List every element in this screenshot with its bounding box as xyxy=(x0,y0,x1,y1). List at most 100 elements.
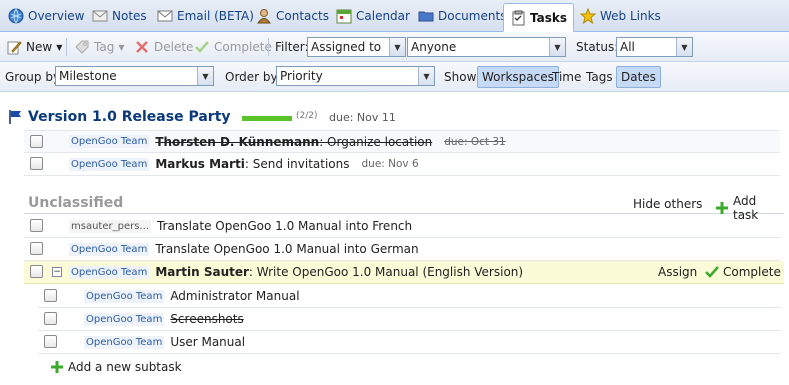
task-assignee[interactable]: Markus Marti xyxy=(155,157,245,171)
subtask-checkbox[interactable] xyxy=(44,312,57,325)
task-row[interactable]: msauter_pers... Translate OpenGoo 1.0 Ma… xyxy=(24,215,780,238)
complete-task-button[interactable]: Complete xyxy=(704,264,781,280)
task-title[interactable]: Translate OpenGoo 1.0 Manual into German xyxy=(155,242,418,256)
show-dates-toggle[interactable]: Dates xyxy=(616,66,661,88)
milestone-title[interactable]: Version 1.0 Release Party xyxy=(28,109,231,125)
task-checkbox[interactable] xyxy=(30,219,43,232)
task-title[interactable]: : Write OpenGoo 1.0 Manual (English Vers… xyxy=(249,265,523,279)
subtask-row[interactable]: OpenGoo Team Screenshots xyxy=(38,308,780,331)
tag-button[interactable]: Tag ▼ xyxy=(74,32,124,62)
milestone-due-date: due: Nov 11 xyxy=(329,111,396,124)
assign-link[interactable]: Assign xyxy=(658,265,697,279)
plus-icon xyxy=(714,200,730,216)
task-checkbox[interactable] xyxy=(30,242,43,255)
show-label-text: Show: xyxy=(444,70,480,84)
tab-web-links[interactable]: Web Links xyxy=(574,5,667,27)
task-title[interactable]: Translate OpenGoo 1.0 Manual into French xyxy=(157,219,412,233)
tasks-icon xyxy=(510,10,526,26)
contacts-icon xyxy=(256,8,272,24)
workspace-tag[interactable]: OpenGoo Team xyxy=(84,289,165,303)
tab-documents[interactable]: Documents xyxy=(412,5,512,27)
toggle-label: Workspaces xyxy=(482,70,554,84)
plus-icon xyxy=(49,359,65,375)
status-select[interactable]: All ▼ xyxy=(616,37,693,57)
task-content: OpenGoo Team Translate OpenGoo 1.0 Manua… xyxy=(69,242,419,256)
task-checkbox[interactable] xyxy=(30,157,43,170)
chevron-down-icon: ▼ xyxy=(118,42,125,52)
workspace-tag[interactable]: OpenGoo Team xyxy=(84,335,165,349)
workspace-tag[interactable]: OpenGoo Team xyxy=(69,242,150,256)
task-row[interactable]: OpenGoo Team Thorsten D. Künnemann : Org… xyxy=(24,130,780,153)
assignee-select[interactable]: Anyone ▼ xyxy=(407,37,566,57)
groupby-value: Milestone xyxy=(59,69,117,83)
chevron-down-icon: ▼ xyxy=(418,67,434,85)
milestone-progress-fill xyxy=(242,116,292,121)
hide-others-link[interactable]: Hide others xyxy=(633,197,702,211)
checkmark-icon xyxy=(194,39,210,55)
collapse-toggle[interactable]: − xyxy=(52,267,62,277)
task-row[interactable]: OpenGoo Team Translate OpenGoo 1.0 Manua… xyxy=(24,238,780,261)
task-row-expanded[interactable]: − OpenGoo Team Martin Sauter : Write Ope… xyxy=(24,261,784,284)
subtask-row[interactable]: OpenGoo Team User Manual xyxy=(38,331,780,354)
show-time-toggle[interactable]: Time xyxy=(548,66,585,88)
toggle-label: Dates xyxy=(621,70,656,84)
subtask-title[interactable]: Administrator Manual xyxy=(170,289,299,303)
tab-email[interactable]: Email (BETA) xyxy=(151,5,260,27)
show-label: Show: xyxy=(444,62,480,92)
task-assignee[interactable]: Martin Sauter xyxy=(155,265,249,279)
new-button[interactable]: New ▼ xyxy=(6,32,62,62)
tab-overview[interactable]: Overview xyxy=(2,5,91,27)
groupby-select[interactable]: Milestone ▼ xyxy=(55,66,214,86)
add-subtask-button[interactable]: Add a new subtask xyxy=(49,359,182,375)
star-icon xyxy=(579,7,597,25)
workspace-tag[interactable]: OpenGoo Team xyxy=(69,135,150,148)
show-workspaces-toggle[interactable]: Workspaces xyxy=(477,66,559,88)
tab-contacts[interactable]: Contacts xyxy=(250,5,335,27)
tab-tasks[interactable]: Tasks xyxy=(503,3,575,32)
workspace-tag[interactable]: OpenGoo Team xyxy=(69,265,150,279)
delete-icon xyxy=(134,39,150,55)
task-row[interactable]: OpenGoo Team Markus Marti : Send invitat… xyxy=(24,153,780,176)
note-icon xyxy=(92,8,108,24)
email-icon xyxy=(157,8,173,24)
documents-icon xyxy=(418,8,434,24)
subtask-row[interactable]: OpenGoo Team Administrator Manual xyxy=(38,285,780,308)
task-title[interactable]: : Send invitations xyxy=(245,157,350,171)
show-tags-toggle[interactable]: Tags xyxy=(582,66,617,88)
status-label: Status: xyxy=(576,32,618,62)
subtask-content: OpenGoo Team Administrator Manual xyxy=(84,289,300,303)
workspace-tag[interactable]: OpenGoo Team xyxy=(69,157,150,171)
subtask-title[interactable]: User Manual xyxy=(170,335,245,349)
task-checkbox[interactable] xyxy=(30,135,43,148)
task-title[interactable]: : Organize location xyxy=(319,135,432,149)
filter-label-text: Filter: xyxy=(275,40,309,54)
tab-label: Notes xyxy=(112,9,147,23)
tab-notes[interactable]: Notes xyxy=(86,5,153,27)
tab-label: Documents xyxy=(438,9,507,23)
tab-calendar[interactable]: Calendar xyxy=(330,5,416,27)
milestone-progress-text: (2/2) xyxy=(296,111,318,121)
module-tab-bar: Overview Notes Email (BETA) Contacts Cal… xyxy=(0,0,789,32)
workspace-tag[interactable]: OpenGoo Team xyxy=(84,312,165,326)
task-checkbox[interactable] xyxy=(30,265,43,278)
task-content: OpenGoo Team Markus Marti : Send invitat… xyxy=(69,157,419,171)
filter-value: Assigned to xyxy=(311,40,382,54)
complete-button[interactable]: Complete xyxy=(194,32,272,62)
chevron-down-icon: ▼ xyxy=(197,67,213,85)
delete-label: Delete xyxy=(154,40,194,54)
orderby-select[interactable]: Priority ▼ xyxy=(276,66,435,86)
delete-button[interactable]: Delete xyxy=(134,32,193,62)
task-due-date: due: Oct 31 xyxy=(444,135,506,148)
filter-select[interactable]: Assigned to ▼ xyxy=(307,37,406,57)
chevron-down-icon: ▼ xyxy=(56,42,63,52)
subtask-checkbox[interactable] xyxy=(44,335,57,348)
subtask-checkbox[interactable] xyxy=(44,289,57,302)
task-content: msauter_pers... Translate OpenGoo 1.0 Ma… xyxy=(69,219,412,233)
task-assignee[interactable]: Thorsten D. Künnemann xyxy=(155,135,319,149)
complete-label: Complete xyxy=(214,40,272,54)
subtask-title[interactable]: Screenshots xyxy=(170,312,243,326)
complete-task-label: Complete xyxy=(723,265,781,279)
chevron-down-icon: ▼ xyxy=(676,38,692,56)
workspace-tag[interactable]: msauter_pers... xyxy=(69,219,151,233)
orderby-label: Order by: xyxy=(225,62,281,92)
